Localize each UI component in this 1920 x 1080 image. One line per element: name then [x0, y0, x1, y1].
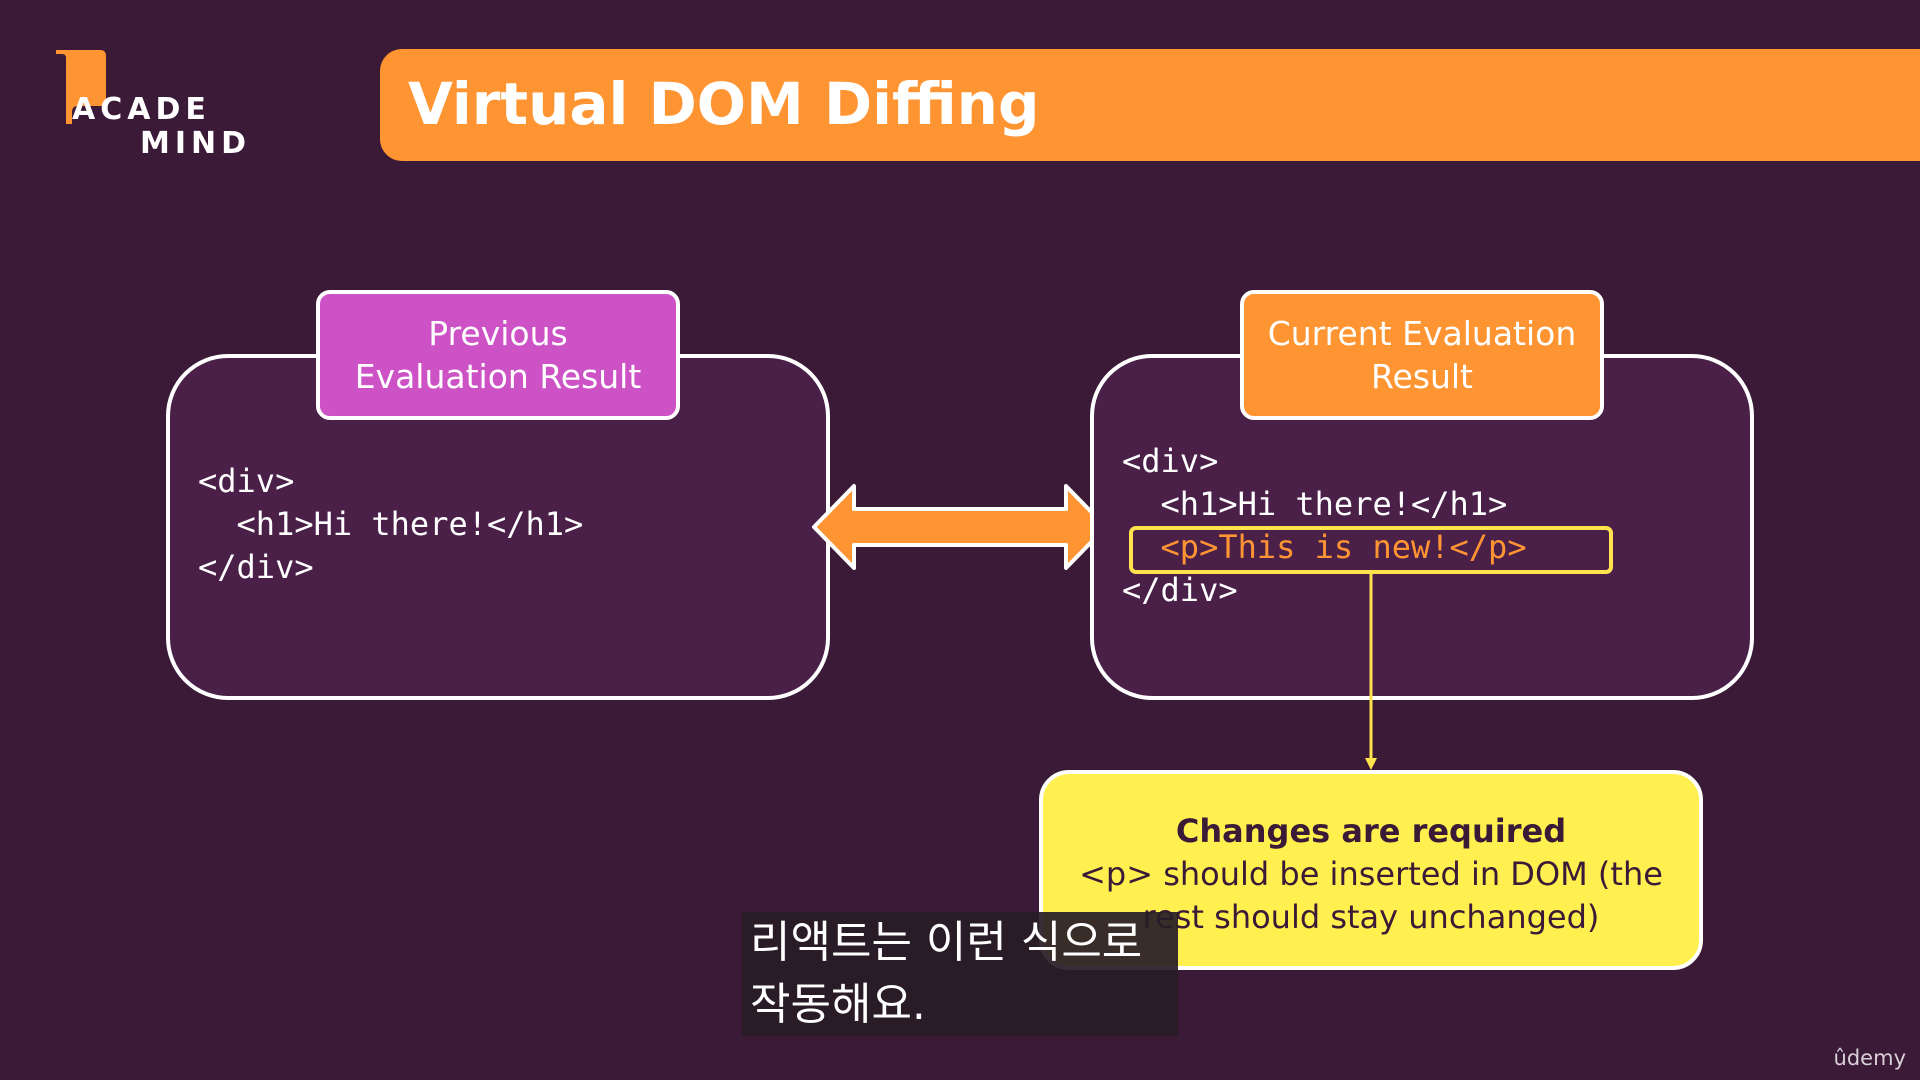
- current-result-label: Current Evaluation Result: [1240, 290, 1604, 420]
- connector-arrow-icon: [1365, 574, 1377, 770]
- previous-label-line1: Previous: [428, 314, 568, 353]
- previous-code-block: <div> <h1>Hi there!</h1> </div>: [198, 460, 583, 589]
- code-line: <div>: [1122, 442, 1219, 480]
- logo-text-acade: ACADE: [72, 92, 211, 127]
- caption-line2: 작동해요.: [750, 979, 926, 1030]
- academind-logo: ACADE MIND: [50, 44, 260, 164]
- caption-subtitle: 리액트는 이런 식으로 작동해요.: [742, 912, 1178, 1036]
- logo-text-mind: MIND: [140, 126, 252, 161]
- code-line: <h1>Hi there!</h1>: [198, 505, 584, 543]
- current-label-line2: Result: [1371, 357, 1473, 396]
- current-label-line1: Current Evaluation: [1267, 314, 1577, 353]
- code-line: </div>: [1122, 571, 1238, 609]
- double-arrow-icon: [812, 484, 1108, 570]
- udemy-watermark: ûdemy: [1833, 1046, 1906, 1070]
- code-line: <div>: [198, 462, 295, 500]
- caption-line1: 리액트는 이런 식으로: [750, 917, 1143, 968]
- previous-label-line2: Evaluation Result: [354, 357, 642, 396]
- previous-result-label: Previous Evaluation Result: [316, 290, 680, 420]
- changes-description-line1: <p> should be inserted in DOM (the: [1079, 855, 1663, 893]
- code-line: </div>: [198, 548, 314, 586]
- new-element-highlight: [1129, 526, 1613, 574]
- changes-heading: Changes are required: [1175, 812, 1567, 850]
- code-line: <h1>Hi there!</h1>: [1122, 485, 1508, 523]
- slide-title: Virtual DOM Diffing: [408, 70, 1040, 138]
